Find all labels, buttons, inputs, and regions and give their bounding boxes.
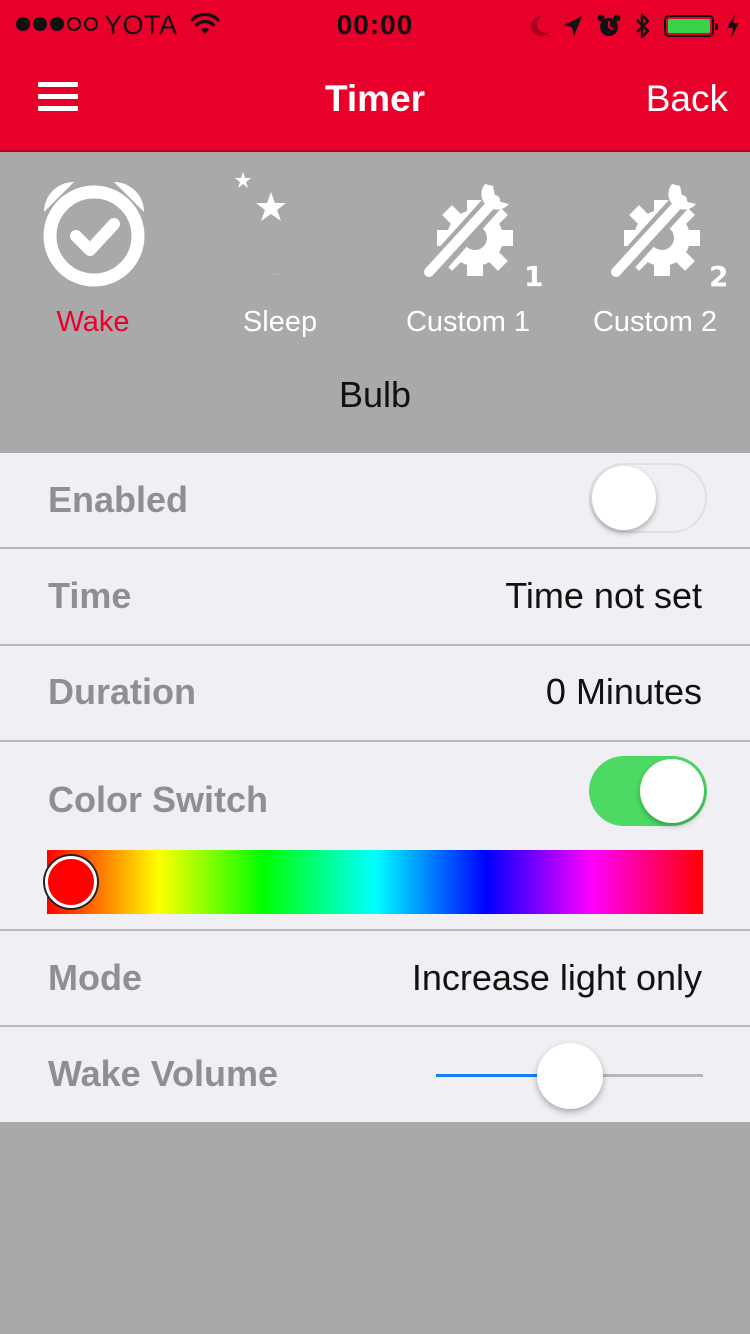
location-arrow-icon	[564, 16, 582, 36]
charging-bolt-icon	[727, 14, 739, 38]
tab-custom-2[interactable]: 2 Custom 2	[565, 172, 745, 342]
color-spectrum-slider[interactable]	[45, 850, 703, 914]
wake-volume-label: Wake Volume	[48, 1053, 279, 1094]
mode-row[interactable]: Mode Increase light only	[0, 931, 750, 1025]
tab-badge: 1	[524, 260, 543, 292]
timer-tabs: Wake Sleep 1 Custom 1 2 Custom 2 Bulb	[0, 152, 750, 452]
timer-screen: YOTA 00:00 Timer Back Wake Sleep 1 Custo…	[0, 0, 750, 1334]
bluetooth-icon	[636, 13, 650, 39]
enabled-toggle[interactable]	[589, 463, 707, 533]
color-picker-handle[interactable]	[45, 856, 97, 908]
status-bar: YOTA 00:00	[0, 0, 750, 52]
alarm-clock-icon	[43, 182, 145, 287]
color-switch-toggle[interactable]	[589, 756, 707, 826]
tab-sleep[interactable]: Sleep	[190, 172, 370, 342]
tab-custom-1[interactable]: 1 Custom 1	[378, 172, 558, 342]
tab-badge: 2	[709, 260, 728, 292]
battery-icon	[664, 15, 718, 37]
back-button[interactable]: Back	[646, 78, 728, 120]
page-title: Timer	[324, 78, 426, 119]
toggle-knob	[640, 759, 704, 823]
duration-value[interactable]: 0 Minutes	[546, 671, 702, 713]
tab-label: Custom 1	[405, 306, 531, 338]
tab-wake[interactable]: Wake	[3, 172, 183, 342]
tab-label: Sleep	[242, 306, 318, 338]
moon-icon	[531, 15, 549, 36]
toggle-knob	[592, 466, 656, 530]
moon-stars-icon	[229, 172, 325, 275]
tools-gear-icon: 2	[604, 184, 728, 292]
mode-label: Mode	[48, 957, 142, 998]
wake-volume-slider[interactable]	[436, 1043, 703, 1109]
mode-value[interactable]: Increase light only	[412, 957, 702, 999]
settings-list: Enabled Time Time not set Duration 0 Min…	[0, 453, 750, 1122]
color-switch-label: Color Switch	[48, 779, 269, 820]
alarm-clock-icon	[597, 14, 621, 36]
header: YOTA 00:00 Timer Back	[0, 0, 750, 152]
time-value[interactable]: Time not set	[505, 575, 702, 617]
enabled-label: Enabled	[48, 479, 189, 520]
tab-label: Custom 2	[592, 306, 718, 338]
status-icons	[528, 8, 740, 44]
enabled-row: Enabled	[0, 453, 750, 547]
slider-thumb[interactable]	[536, 1043, 603, 1109]
duration-label: Duration	[48, 671, 196, 712]
duration-row[interactable]: Duration 0 Minutes	[0, 646, 750, 740]
battery-level	[668, 19, 710, 33]
device-label: Bulb	[338, 374, 412, 415]
time-label: Time	[48, 575, 132, 616]
tab-label: Wake	[56, 306, 130, 338]
tools-gear-icon: 1	[417, 184, 543, 292]
time-row[interactable]: Time Time not set	[0, 549, 750, 644]
nav-bar: Timer Back	[0, 52, 750, 152]
